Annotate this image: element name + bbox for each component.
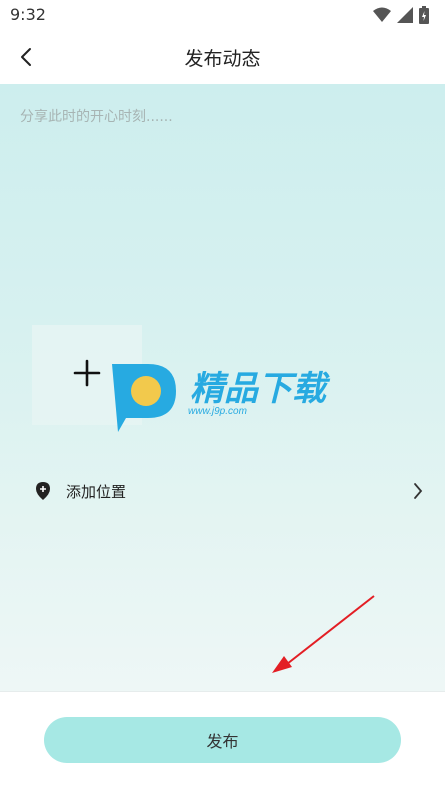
status-time: 9:32 (10, 5, 46, 24)
chevron-right-icon (414, 483, 423, 499)
signal-icon (397, 7, 413, 23)
add-location-row[interactable]: 添加位置 (34, 474, 429, 508)
bottom-action-bar: 发布 (0, 691, 445, 792)
page-title: 发布动态 (184, 48, 261, 70)
nav-bar: 发布动态 (0, 30, 445, 84)
publish-button[interactable]: 发布 (44, 717, 401, 763)
watermark-logo: 精品下载 www.j9p.com (112, 364, 331, 432)
add-location-label: 添加位置 (66, 482, 127, 501)
post-text-input[interactable] (18, 104, 432, 308)
watermark-brand-text: 精品下载 (190, 370, 331, 408)
battery-icon (419, 6, 429, 24)
status-icons (373, 6, 429, 24)
status-bar: 9:32 (0, 0, 445, 30)
plus-icon (73, 359, 101, 387)
watermark-url-text: www.j9p.com (188, 406, 247, 417)
wifi-icon (373, 7, 391, 22)
location-pin-icon (36, 482, 50, 500)
